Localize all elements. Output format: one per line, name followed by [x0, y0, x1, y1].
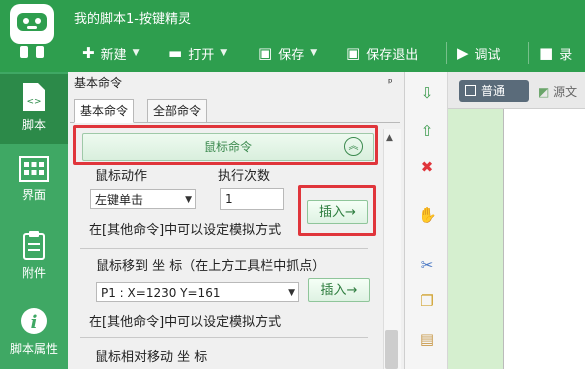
editor-body[interactable] [503, 109, 585, 369]
panel-title: 基本命令 [74, 76, 123, 90]
scroll-up-icon[interactable]: ▲ [386, 133, 393, 143]
nav-item-attachment[interactable]: 附件 [0, 230, 68, 281]
mouse-move-point-value: P1 : X=1230 Y=161 [101, 286, 221, 300]
clipboard-icon [23, 231, 45, 260]
mouse-move-hint: 在[其他命令]中可以设定模拟方式 [89, 315, 282, 330]
copy-icon[interactable]: ❐ [418, 292, 436, 310]
nav-label: 界面 [21, 188, 46, 202]
pin-icon[interactable]: ᵖ [388, 76, 393, 89]
camera-icon: ■ [539, 44, 554, 62]
insert-mouse-move-button[interactable]: 插入→ [308, 278, 370, 302]
mouse-action-label: 鼠标动作 [95, 169, 148, 184]
chevron-down-icon[interactable]: ▼ [310, 48, 317, 58]
source-view-button[interactable]: ◩ 源文 [538, 83, 577, 100]
debug-button[interactable]: ▶ 调试 [446, 42, 501, 64]
exec-count-label: 执行次数 [218, 169, 271, 184]
plus-icon: ✚ [82, 44, 95, 62]
normal-view-label: 普通 [481, 84, 506, 98]
folder-icon: ▬ [168, 44, 183, 62]
save-button[interactable]: ▣ 保存 ▼ [258, 42, 317, 64]
play-icon: ▶ [457, 44, 469, 62]
mouse-relative-label: 鼠标相对移动 坐 标 [95, 350, 208, 365]
open-label: 打开 [188, 47, 215, 63]
mouse-action-select[interactable]: 左键单击 ▼ [90, 189, 196, 209]
source-icon: ◩ [538, 85, 550, 99]
save-label: 保存 [278, 47, 305, 63]
app-logo-icon [10, 4, 54, 44]
divider [80, 248, 368, 249]
nav-label: 脚本 [21, 118, 46, 132]
chevron-down-icon[interactable]: ▼ [133, 48, 140, 58]
record-label: 录 [559, 47, 573, 63]
record-button[interactable]: ■ 录 [528, 42, 572, 64]
grid-icon [19, 156, 49, 182]
window-title: 我的脚本1-按键精灵 [74, 12, 191, 27]
new-button[interactable]: ✚ 新建 ▼ [82, 42, 140, 64]
new-label: 新建 [100, 47, 127, 63]
tab-all-commands[interactable]: 全部命令 [147, 99, 208, 123]
nav-item-ui[interactable]: 界面 [0, 156, 68, 203]
save-icon: ▣ [258, 44, 273, 62]
editor-gutter [448, 109, 503, 369]
save-exit-button[interactable]: ▣ 保存退出 [346, 42, 418, 64]
nav-label: 附件 [21, 266, 46, 280]
mouse-action-hint: 在[其他命令]中可以设定模拟方式 [89, 223, 282, 238]
save-exit-label: 保存退出 [366, 47, 419, 63]
divider [80, 337, 368, 338]
debug-label: 调试 [474, 47, 501, 63]
mouse-action-value: 左键单击 [95, 193, 144, 207]
chevron-down-icon: ▼ [185, 195, 192, 205]
chevron-down-icon[interactable]: ▼ [220, 48, 227, 58]
save-exit-icon: ▣ [346, 44, 361, 62]
move-down-icon[interactable]: ⇩ [418, 84, 436, 102]
cut-icon[interactable]: ✂ [418, 256, 436, 274]
normal-view-button[interactable]: 普通 [459, 80, 529, 102]
mouse-move-label: 鼠标移到 坐 标（在上方工具栏中抓点） [96, 259, 326, 274]
info-icon: i [21, 308, 47, 334]
svg-text:<>: <> [26, 97, 41, 107]
logo-feet-icon [20, 46, 46, 60]
document-icon [465, 85, 476, 96]
script-icon: <> [23, 83, 45, 111]
delete-icon[interactable]: ✖ [418, 158, 436, 176]
source-view-label: 源文 [553, 85, 578, 99]
open-button[interactable]: ▬ 打开 ▼ [168, 42, 227, 64]
scrollbar-thumb[interactable] [385, 330, 398, 369]
highlight-box [73, 125, 378, 165]
exec-count-input[interactable]: 1 [220, 188, 284, 210]
svg-text:i: i [31, 312, 38, 333]
mouse-move-point-select[interactable]: P1 : X=1230 Y=161 ▼ [96, 282, 299, 302]
grab-hand-icon[interactable]: ✋ [418, 206, 437, 224]
nav-label: 脚本属性 [9, 342, 58, 356]
chevron-down-icon: ▼ [288, 288, 295, 298]
nav-item-script[interactable]: <> 脚本 [0, 82, 68, 133]
nav-item-properties[interactable]: i 脚本属性 [0, 306, 68, 357]
tab-basic-commands[interactable]: 基本命令 [74, 99, 135, 123]
paste-icon[interactable]: ▤ [418, 330, 436, 348]
move-up-icon[interactable]: ⇧ [418, 122, 436, 140]
highlight-box [298, 185, 376, 236]
